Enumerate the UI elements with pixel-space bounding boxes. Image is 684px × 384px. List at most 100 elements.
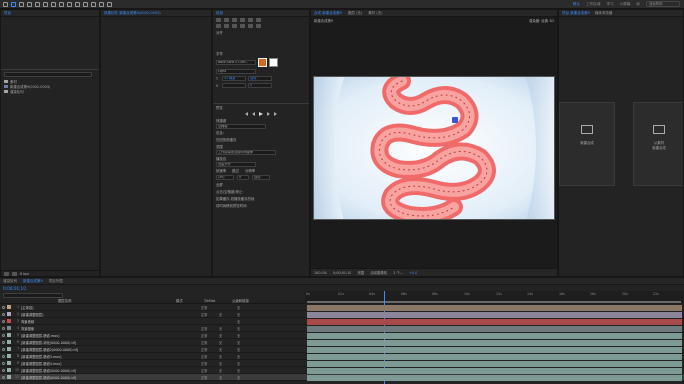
layer-trkmat[interactable]: 无 [219, 312, 235, 317]
hand-tool-icon[interactable] [19, 1, 24, 7]
layer-parent[interactable]: 无 [237, 333, 253, 338]
eye-icon[interactable] [2, 305, 5, 309]
new-comp-card[interactable]: 新建合成 [559, 102, 615, 186]
align-bottom-icon[interactable] [256, 18, 261, 22]
layer-parent[interactable]: 无 [237, 312, 253, 317]
prev-frame-icon[interactable] [252, 112, 255, 116]
eye-icon[interactable] [2, 347, 5, 351]
distribute-icon[interactable] [216, 24, 221, 28]
layer-name[interactable]: 背景音频 [21, 319, 99, 324]
timeline-search-input[interactable] [3, 292, 63, 298]
renderer-label[interactable]: 渲染器: 经典 3D [529, 18, 554, 23]
play-icon[interactable] [259, 112, 263, 116]
text-tool-icon[interactable] [75, 1, 80, 7]
layer-mode[interactable]: 正常 [201, 305, 217, 310]
align-right-icon[interactable] [232, 18, 237, 22]
move-time-checkbox[interactable]: 将时间移到预览时间 [213, 202, 309, 209]
eye-icon[interactable] [2, 340, 5, 344]
layer-mode[interactable]: 正常 [201, 368, 217, 373]
layer-duration-bar[interactable] [307, 311, 682, 318]
layer-mode[interactable]: 正常 [201, 340, 217, 345]
layer-name[interactable]: [新建调整图层-肠道(0000-0000).tif] [21, 375, 99, 380]
layer-name[interactable]: [新建调整图层-肠道.mov] [21, 333, 99, 338]
layer-trkmat[interactable]: 无 [219, 326, 235, 331]
kerning-input[interactable] [222, 83, 246, 88]
align-middle-icon[interactable] [248, 18, 253, 22]
distribute-icon[interactable] [240, 24, 245, 28]
font-family-select[interactable]: Noto Sans S Chin... [216, 60, 256, 65]
layer-name[interactable]: [新建调整图层-肠道3.mov] [21, 354, 99, 359]
font-size-input[interactable]: 11 像素 [222, 76, 246, 81]
distribute-icon[interactable] [248, 24, 253, 28]
distribute-icon[interactable] [224, 24, 229, 28]
new-comp-icon[interactable] [12, 271, 17, 276]
layer-mode[interactable]: 正常 [201, 361, 217, 366]
layer-duration-bar[interactable] [307, 360, 682, 367]
layer-mode[interactable]: 正常 [201, 333, 217, 338]
label-color-swatch[interactable] [7, 375, 11, 379]
layer-parent[interactable]: 无 [237, 340, 253, 345]
workspace-work-area[interactable]: 工作区域 [586, 2, 600, 7]
layer-duration-bar[interactable] [307, 318, 682, 325]
camera-select[interactable]: 活动摄像机 [370, 270, 387, 275]
label-color-swatch[interactable] [7, 354, 11, 358]
layer-mode[interactable]: 正常 [201, 354, 217, 359]
eraser-tool-icon[interactable] [99, 1, 104, 7]
layer-trkmat[interactable]: 无 [219, 368, 235, 373]
selection-tool-icon[interactable] [11, 1, 16, 7]
zoom-select[interactable]: 100.0% [314, 271, 327, 275]
eye-icon[interactable] [2, 326, 5, 330]
frame-rate-select[interactable]: (30) [216, 175, 234, 180]
viewer-tab-footage[interactable]: 素材 (无) [368, 11, 382, 16]
pen-tool-icon[interactable] [67, 1, 72, 7]
label-color-swatch[interactable] [7, 368, 11, 372]
rectangle-tool-icon[interactable] [59, 1, 64, 7]
eye-icon[interactable] [2, 312, 5, 316]
align-top-icon[interactable] [240, 18, 245, 22]
views-select[interactable]: 1 个... [393, 270, 403, 275]
layer-mode[interactable]: 正常 [201, 347, 217, 352]
bit-depth[interactable]: 8 bpc [20, 272, 29, 276]
home-icon[interactable] [3, 1, 8, 7]
label-color-swatch[interactable] [7, 340, 11, 344]
next-frame-icon[interactable] [267, 112, 270, 116]
layer-mode[interactable]: 正常 [201, 326, 217, 331]
layer-duration-bar[interactable] [307, 374, 682, 381]
tracking-input[interactable]: 0 [248, 83, 272, 88]
work-area-bar[interactable] [307, 301, 681, 303]
layer-parent[interactable]: 无 [237, 319, 253, 324]
zoom-tool-icon[interactable] [27, 1, 32, 7]
resolution-select[interactable]: 自动 [252, 175, 270, 180]
layer-parent[interactable]: 无 [237, 354, 253, 359]
eye-icon[interactable] [2, 361, 5, 365]
camera-tool-icon[interactable] [43, 1, 48, 7]
eye-icon[interactable] [2, 333, 5, 337]
info-tab[interactable]: 信息 [216, 11, 223, 16]
project-tab[interactable]: 项目 [4, 11, 11, 16]
layer-duration-bar[interactable] [307, 325, 682, 332]
layer-name[interactable]: [新建调整图层] [21, 312, 99, 317]
label-color-swatch[interactable] [7, 361, 11, 365]
distribute-icon[interactable] [256, 24, 261, 28]
font-style-select[interactable]: Light [216, 69, 256, 74]
workspace-library[interactable]: 库 [636, 2, 640, 7]
if-cache-checkbox[interactable]: 如果缓存,则播放缓存的帧 [213, 195, 309, 202]
layer-name[interactable]: 背景图像 [21, 326, 99, 331]
layer-trkmat[interactable]: 无 [219, 340, 235, 345]
cache-checkbox[interactable]: 在回放前缓存 [213, 136, 309, 143]
brush-tool-icon[interactable] [83, 1, 88, 7]
pan-tool-icon[interactable] [51, 1, 56, 7]
skip-input[interactable]: 0 [237, 175, 249, 180]
col-source[interactable]: 图层名称 [58, 298, 168, 303]
layer-trkmat[interactable]: 无 [219, 361, 235, 366]
workspace-learn[interactable]: 学习 [606, 2, 613, 7]
layer-trkmat[interactable]: 无 [219, 354, 235, 359]
label-color-swatch[interactable] [7, 333, 11, 337]
fullscreen-checkbox[interactable]: 全屏 [213, 181, 309, 188]
stroke-color-swatch[interactable] [269, 58, 278, 67]
col-trkmat[interactable]: TrkMat [204, 299, 224, 303]
workspace-default[interactable]: 默认 [573, 2, 580, 7]
layer-trkmat[interactable]: 无 [219, 375, 235, 380]
align-center-icon[interactable] [224, 18, 229, 22]
label-color-swatch[interactable] [7, 347, 11, 351]
